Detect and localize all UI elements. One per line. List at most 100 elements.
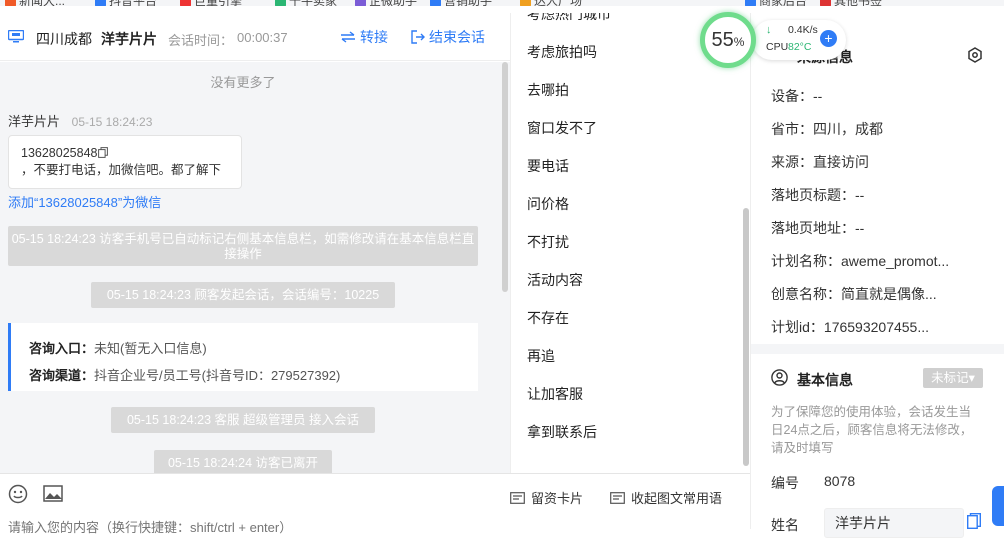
tag-select[interactable]: 未标记▾ (923, 368, 983, 388)
divider (751, 344, 1004, 354)
side-tab[interactable] (992, 486, 1004, 526)
source-field-label: 计划id： (771, 319, 824, 335)
emoji-icon[interactable] (8, 484, 28, 504)
source-field-label: 设备： (771, 88, 813, 104)
source-field: 落地页标题：-- (771, 185, 864, 205)
system-message: 05-15 18:24:24 访客已离开 (154, 450, 332, 473)
memory-percent: 55 (711, 29, 734, 51)
system-message: 05-15 18:24:23 访客手机号已自动标记右侧基本信息栏，如需修改请在基… (8, 226, 478, 266)
document-icon[interactable] (967, 513, 981, 529)
chat-message-list[interactable]: 没有更多了 洋芋片片 05-15 18:24:23 13628025848 ，不… (0, 62, 510, 473)
source-field-value: -- (855, 220, 865, 236)
channel-label: 咨询渠道： (29, 368, 95, 383)
copy-icon[interactable] (98, 147, 109, 158)
customer-info-panel: 来源信息 设备：--省市：四川，成都来源：直接访问落地页标题：--落地页地址：-… (750, 13, 1004, 538)
bookmark-item[interactable]: 巨量引擎 (180, 0, 242, 6)
add-wechat-link[interactable]: 添加“13628025848”为微信 (8, 192, 161, 211)
quick-reply-panel: 考虑热门城市考虑旅拍吗去哪拍窗口发不了要电话问价格不打扰活动内容不存在再追让加客… (510, 13, 750, 473)
sender-name: 洋芋片片 (8, 114, 61, 129)
bookmark-item[interactable]: 新闻大... (5, 0, 65, 6)
quick-reply-item[interactable]: 去哪拍 (527, 80, 569, 100)
monitor-stats-card: ↓ 0.4K/s CPU 82°C + (752, 20, 846, 60)
monitor-icon (8, 30, 24, 43)
message-phone: 13628025848 (21, 146, 98, 160)
source-field-label: 落地页地址： (771, 220, 855, 236)
collapse-phrases-button[interactable]: 收起图文常用语 (610, 488, 722, 507)
quick-reply-item[interactable]: 考虑旅拍吗 (527, 42, 597, 62)
plus-button[interactable]: + (820, 30, 837, 47)
quick-reply-item[interactable]: 不存在 (527, 308, 569, 328)
quick-reply-item[interactable]: 不打扰 (527, 232, 569, 252)
message-bubble: 13628025848 ，不要打电话，加微信吧。都了解下 (8, 135, 242, 189)
consult-channel: 咨询渠道：抖音企业号/员工号(抖音号ID：279527392) (29, 362, 478, 389)
quick-reply-scrollbar[interactable] (743, 208, 749, 466)
entry-label: 咨询入口： (29, 341, 95, 356)
memory-usage-ring[interactable]: 55% (700, 12, 756, 68)
quick-reply-item[interactable]: 拿到联系后 (527, 422, 597, 442)
basic-info-title: 基本信息 (797, 372, 853, 388)
bookmark-item[interactable]: 抖音平台 (95, 0, 157, 6)
bookmark-item[interactable]: 企微助手 (355, 0, 417, 6)
image-icon[interactable] (43, 485, 63, 502)
quick-reply-item[interactable]: 要电话 (527, 156, 569, 176)
bookmark-favicon-icon (820, 0, 831, 6)
source-field-value: 176593207455... (823, 319, 930, 335)
bookmark-favicon-icon (180, 0, 191, 6)
end-session-button[interactable]: 结束会话 (411, 27, 485, 47)
quick-reply-item[interactable]: 考虑热门城市 (527, 13, 611, 24)
bookmark-favicon-icon (430, 0, 441, 6)
bookmark-favicon-icon (275, 0, 286, 6)
name-input[interactable] (824, 508, 964, 538)
card-icon (510, 491, 525, 504)
source-field-value: -- (855, 187, 865, 203)
source-field-label: 创意名称： (771, 286, 841, 302)
card-icon (610, 491, 625, 504)
source-field: 设备：-- (771, 86, 822, 106)
transfer-icon (341, 31, 355, 43)
number-label: 编号 (771, 475, 799, 491)
source-field-label: 省市： (771, 121, 813, 137)
source-field: 省市：四川，成都 (771, 119, 883, 139)
quick-reply-item[interactable]: 活动内容 (527, 270, 583, 290)
system-monitor-widget[interactable]: ↓ 0.4K/s CPU 82°C + 55% (700, 12, 846, 68)
quick-reply-item[interactable]: 窗口发不了 (527, 118, 597, 138)
bookmark-item[interactable]: 其他书签 (820, 0, 882, 6)
source-field-value: -- (813, 88, 823, 104)
bookmark-item[interactable]: 商家后台 (745, 0, 807, 6)
system-message: 05-15 18:24:23 顾客发起会话，会话编号：10225 (91, 282, 395, 308)
message-input[interactable] (8, 520, 488, 535)
source-field: 落地页地址：-- (771, 218, 864, 238)
bookmark-favicon-icon (355, 0, 366, 6)
consult-info-card: 咨询入口：未知(暂无入口信息) 咨询渠道：抖音企业号/员工号(抖音号ID：279… (8, 323, 478, 391)
message-text: ，不要打电话，加微信吧。都了解下 (21, 163, 222, 177)
settings-hex-icon[interactable] (967, 47, 983, 63)
number-value: 8078 (824, 473, 856, 489)
bookmark-item[interactable]: 达人广场 (520, 0, 582, 6)
system-message: 05-15 18:24:23 客服 超级管理员 接入会话 (111, 407, 375, 433)
session-time-label: 会话时间： (168, 33, 234, 48)
transfer-label: 转接 (360, 29, 388, 45)
bookmarks-bar: 新闻大... 抖音平台 巨量引擎 千牛卖家 企微助手 营销助手 达人广场 商家后台 其他书签 (0, 0, 1004, 6)
source-field-value: 四川，成都 (813, 121, 883, 137)
bookmark-item[interactable]: 千牛卖家 (275, 0, 337, 6)
leave-card-button[interactable]: 留资卡片 (510, 488, 583, 507)
transfer-button[interactable]: 转接 (340, 27, 388, 47)
source-field-label: 来源： (771, 154, 813, 170)
leave-card-label: 留资卡片 (531, 491, 584, 506)
source-field-label: 落地页标题： (771, 187, 855, 203)
bookmark-item[interactable]: 营销助手 (430, 0, 492, 6)
source-field-value: aweme_promot... (841, 253, 950, 269)
quick-reply-item[interactable]: 让加客服 (527, 384, 583, 404)
source-field: 创意名称：简直就是偶像... (771, 284, 937, 304)
download-arrow-icon: ↓ (766, 24, 772, 36)
chat-scrollbar[interactable] (502, 62, 508, 292)
quick-reply-item[interactable]: 再追 (527, 346, 555, 366)
source-field-label: 计划名称： (771, 253, 841, 269)
bookmark-favicon-icon (745, 0, 756, 6)
visitor-name: 洋芋片片 (101, 31, 157, 47)
source-field: 来源：直接访问 (771, 152, 869, 172)
name-label: 姓名 (771, 517, 799, 533)
channel-value: 抖音企业号/员工号(抖音号ID：279527392) (94, 368, 341, 383)
source-field: 计划id：176593207455... (771, 317, 929, 337)
quick-reply-item[interactable]: 问价格 (527, 194, 569, 214)
